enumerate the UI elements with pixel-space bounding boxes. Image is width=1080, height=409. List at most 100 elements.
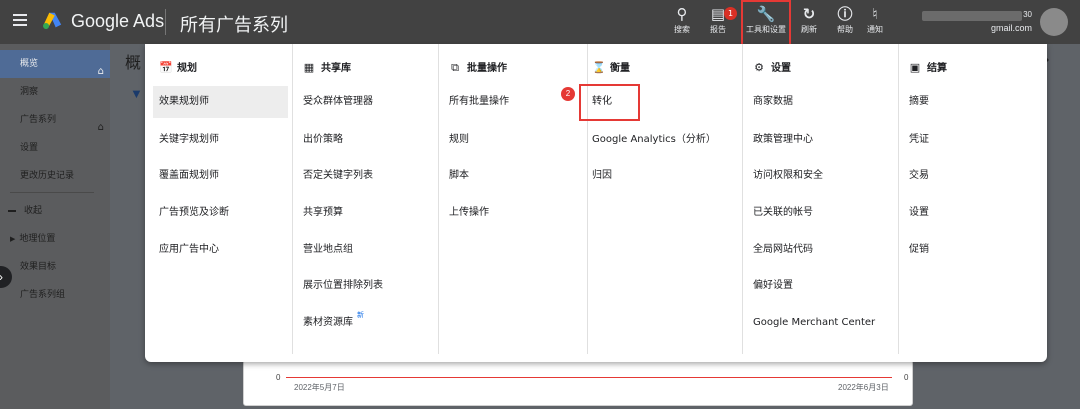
nav-item-label: 收起 [24,206,43,216]
x-axis-end-date: 2022年6月3日 [838,383,889,392]
avatar[interactable] [1040,8,1068,36]
menu-item-asset-library[interactable]: 素材资源库新 [303,307,364,339]
nav-item-label: 广告系列 [20,115,57,125]
menu-item-keyword-planner[interactable]: 关键字规划师 [153,124,219,156]
notifications-label: 通知 [867,25,883,34]
chart-line [286,377,892,378]
menu-item-uploads[interactable]: 上传操作 [449,197,489,229]
menu-item-attribution[interactable]: 归因 [592,160,612,192]
menu-item-ad-preview[interactable]: 广告预览及诊断 [153,197,229,229]
title-divider [165,9,166,35]
menu-item-app-ad-hub[interactable]: 应用广告中心 [153,234,219,266]
nav-item-performance-goals[interactable]: 效果目标 [0,253,110,281]
calendar-icon: 📅 [159,61,173,74]
refresh-icon: ↻ [802,5,816,23]
menu-item-transactions[interactable]: 交易 [909,160,929,192]
menu-item-business-data[interactable]: 商家数据 [753,86,793,118]
account-number: 30 [1023,10,1032,19]
menu-column-shared-library: ▦ 共享库 受众群体管理器 出价策略 否定关键字列表 共享预算 营业地点组 展示位… [292,44,438,354]
menu-icon[interactable] [13,14,27,26]
search-button[interactable]: ⚲ 搜索 [664,4,700,42]
menu-heading-measurement: ⌛ 衡量 [592,58,630,78]
step-2-badge: 2 [561,87,575,101]
nav-divider [10,192,94,193]
bell-icon: ♮ [872,5,878,23]
page-title: 所有广告系列 [180,15,288,36]
refresh-button[interactable]: ↻ 刷新 [791,4,827,42]
collapse-icon [8,209,16,212]
menu-item-negative-keyword-lists[interactable]: 否定关键字列表 [303,160,373,192]
menu-heading-planning: 📅 规划 [159,58,197,78]
nav-item-label: 更改历史记录 [20,171,75,181]
conversions-highlight-box [579,84,640,121]
nav-item-collapse[interactable]: 收起 [0,197,110,225]
menu-item-location-groups[interactable]: 营业地点组 [303,234,353,266]
menu-heading-billing: ▣ 结算 [909,58,947,78]
x-axis-start-date: 2022年5月7日 [294,383,345,392]
menu-item-scripts[interactable]: 脚本 [449,160,469,192]
menu-item-policy-manager[interactable]: 政策管理中心 [753,124,813,156]
menu-item-documents[interactable]: 凭证 [909,124,929,156]
menu-item-shared-budgets[interactable]: 共享预算 [303,197,343,229]
menu-heading-bulk-actions: ⧉ 批量操作 [449,58,507,78]
menu-item-all-bulk-actions[interactable]: 所有批量操作 [449,86,509,118]
tools-highlight-box [741,0,791,48]
menu-item-access-security[interactable]: 访问权限和安全 [753,160,823,192]
hourglass-icon: ⌛ [592,61,606,74]
refresh-label: 刷新 [801,25,817,34]
menu-item-global-site-tag[interactable]: 全局网站代码 [753,234,813,266]
reports-label: 报告 [710,25,726,34]
account-email: gmail.com [990,23,1032,33]
nav-item-label: 广告系列组 [20,290,66,300]
menu-item-audience-manager[interactable]: 受众群体管理器 [303,86,373,118]
menu-item-summary[interactable]: 摘要 [909,86,929,118]
menu-item-linked-accounts[interactable]: 已关联的帐号 [753,197,813,229]
search-label: 搜索 [674,25,690,34]
menu-item-bid-strategies[interactable]: 出价策略 [303,124,343,156]
nav-item-label: 概览 [20,59,39,69]
settings-icon: ⚙ [754,61,764,74]
nav-item-insights[interactable]: 洞察 [0,78,110,106]
filter-icon[interactable]: ▼ [130,86,143,101]
side-nav: 概览 ⌂ 洞察 广告系列 ⌂ 设置 更改历史记录 收起 ▶ 地理位置 效果目标 广… [0,44,110,409]
google-ads-logo-icon [43,12,62,30]
overview-title-fragment: 概 [125,53,142,72]
menu-item-merchant-center[interactable]: Google Merchant Center [753,307,875,339]
menu-column-planning: 📅 规划 效果规划师 关键字规划师 覆盖面规划师 广告预览及诊断 应用广告中心 [153,44,292,354]
nav-item-campaign-groups[interactable]: 广告系列组 [0,281,110,309]
new-badge: 新 [357,311,364,319]
account-switcher[interactable]: 30 gmail.com [918,8,1034,36]
credit-card-icon: ▣ [909,61,921,74]
nav-item-settings[interactable]: 设置 [0,134,110,162]
library-icon: ▦ [303,61,315,74]
menu-item-reach-planner[interactable]: 覆盖面规划师 [153,160,219,192]
nav-item-change-history[interactable]: 更改历史记录 [0,162,110,190]
menu-item-rules[interactable]: 规则 [449,124,469,156]
menu-column-setup: ⚙ 设置 商家数据 政策管理中心 访问权限和安全 已关联的帐号 全局网站代码 偏好… [742,44,898,354]
menu-item-placement-exclusion-lists[interactable]: 展示位置排除列表 [303,270,383,302]
menu-item-promotions[interactable]: 促销 [909,234,929,266]
menu-item-preferences[interactable]: 偏好设置 [753,270,793,302]
menu-item-google-analytics[interactable]: Google Analytics（分析） [592,124,716,156]
nav-item-label: 效果目标 [20,262,57,272]
notifications-button[interactable]: ♮ 通知 [857,4,893,42]
top-bar: Google Ads 所有广告系列 ⚲ 搜索 ▤ 报告 1 🔧 工具和设置 ↻ … [0,0,1080,48]
menu-item-billing-settings[interactable]: 设置 [909,197,929,229]
nav-item-label: 洞察 [20,87,39,97]
y-axis-zero-left: 0 [276,373,281,382]
step-1-badge: 1 [724,7,737,20]
y-axis-zero-right: 0 [904,373,909,382]
nav-item-label: 设置 [20,143,39,153]
menu-heading-setup: ⚙ 设置 [753,58,791,78]
nav-item-locations[interactable]: ▶ 地理位置 [0,225,110,253]
brand-name: Google Ads [71,11,165,31]
redacted-account-name [922,11,1022,21]
chart-card: 0 0 2022年5月7日 2022年6月3日 [243,360,913,406]
menu-heading-shared-library: ▦ 共享库 [303,58,351,78]
bulk-copy-icon: ⧉ [451,61,459,74]
menu-item-performance-planner[interactable]: 效果规划师 [153,86,288,118]
expand-arrow-icon: ▶ [10,235,16,243]
nav-item-overview[interactable]: 概览 ⌂ [0,50,110,78]
nav-item-campaigns[interactable]: 广告系列 ⌂ [0,106,110,134]
search-icon: ⚲ [676,5,688,23]
